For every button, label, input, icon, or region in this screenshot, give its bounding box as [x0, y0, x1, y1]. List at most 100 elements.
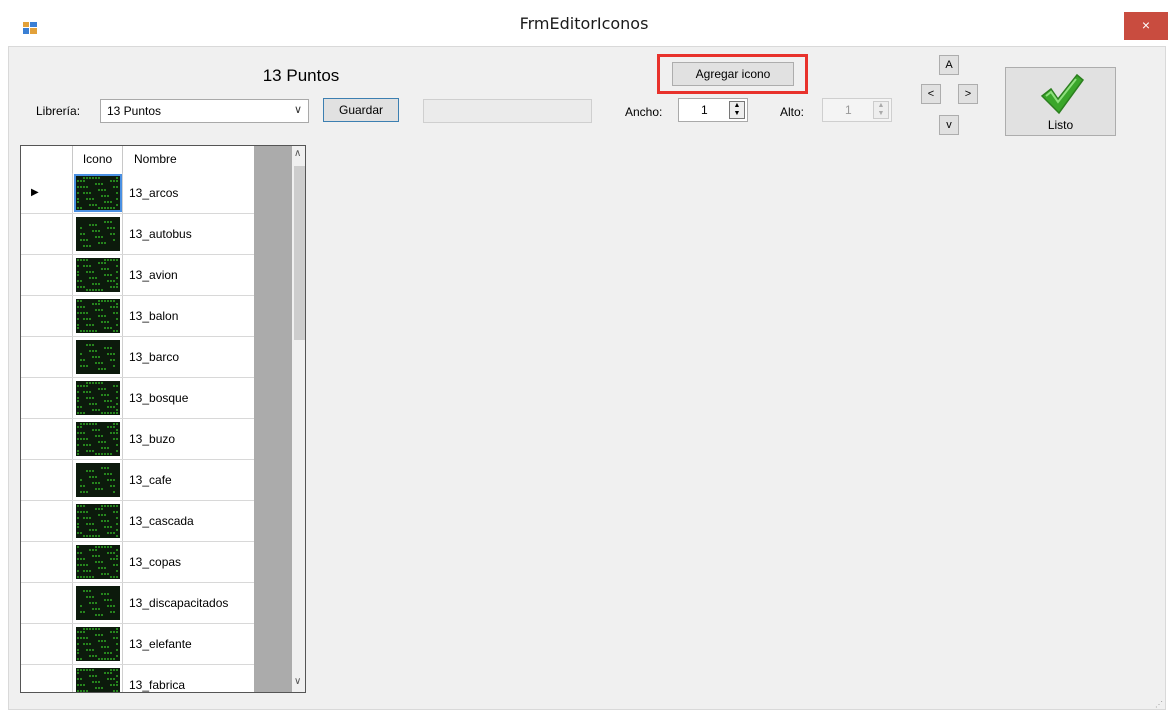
- table-row[interactable]: ▶ 13_arcos: [21, 173, 254, 214]
- icon-cell[interactable]: [73, 665, 123, 692]
- led-icon-thumbnail: [76, 422, 120, 456]
- row-header[interactable]: [21, 337, 73, 377]
- table-row[interactable]: 13_fabrica: [21, 665, 254, 692]
- table-row[interactable]: 13_cascada: [21, 501, 254, 542]
- table-row[interactable]: 13_bosque: [21, 378, 254, 419]
- icon-name-cell[interactable]: 13_cascada: [129, 514, 194, 528]
- chevron-up-icon[interactable]: ∧: [294, 148, 301, 159]
- chevron-down-icon[interactable]: ∨: [294, 103, 302, 116]
- library-select[interactable]: 13 Puntos ∨: [100, 99, 309, 123]
- icon-cell[interactable]: [73, 460, 123, 500]
- icon-name-cell[interactable]: 13_elefante: [129, 637, 192, 651]
- vertical-scrollbar[interactable]: ∧ ∨: [292, 146, 305, 692]
- led-icon-thumbnail: [76, 217, 120, 251]
- row-header[interactable]: [21, 624, 73, 664]
- table-row[interactable]: 13_elefante: [21, 624, 254, 665]
- row-header[interactable]: [21, 460, 73, 500]
- row-header[interactable]: [21, 255, 73, 295]
- library-select-value: 13 Puntos: [107, 104, 162, 118]
- led-icon-thumbnail: [76, 668, 120, 692]
- icon-cell[interactable]: [73, 419, 123, 459]
- stepper-arrows-icon[interactable]: ▲ ▼: [873, 101, 889, 119]
- table-row[interactable]: 13_buzo: [21, 419, 254, 460]
- done-button[interactable]: Listo: [1005, 67, 1116, 136]
- move-up-button[interactable]: A: [939, 55, 959, 75]
- grid-header: Icono Nombre: [21, 146, 254, 174]
- icon-grid[interactable]: Icono Nombre ▶ 13_arcos 13_autobus 13_avion…: [20, 145, 306, 693]
- table-row[interactable]: 13_avion: [21, 255, 254, 296]
- window-title: FrmEditorIconos: [519, 14, 649, 33]
- row-header[interactable]: [21, 214, 73, 254]
- move-left-button[interactable]: <: [921, 84, 941, 104]
- icon-cell[interactable]: [73, 173, 123, 213]
- stepper-arrows-icon[interactable]: ▲ ▼: [729, 101, 745, 119]
- row-header[interactable]: ▶: [21, 173, 73, 213]
- row-header[interactable]: [21, 542, 73, 582]
- icon-cell[interactable]: [73, 337, 123, 377]
- row-header[interactable]: [21, 665, 73, 692]
- led-icon-thumbnail: [76, 545, 120, 579]
- width-stepper[interactable]: 1 ▲ ▼: [678, 98, 748, 122]
- close-button[interactable]: ×: [1124, 12, 1168, 40]
- icon-cell[interactable]: [73, 542, 123, 582]
- led-icon-thumbnail: [76, 340, 120, 374]
- led-icon-thumbnail: [76, 504, 120, 538]
- icon-cell[interactable]: [73, 296, 123, 336]
- led-icon-thumbnail: [76, 627, 120, 661]
- table-row[interactable]: 13_copas: [21, 542, 254, 583]
- add-icon-button[interactable]: Agregar icono: [672, 62, 794, 86]
- icon-cell[interactable]: [73, 501, 123, 541]
- scrollbar-thumb[interactable]: [294, 166, 305, 340]
- table-row[interactable]: 13_discapacitados: [21, 583, 254, 624]
- led-icon-thumbnail: [76, 381, 120, 415]
- checkmark-icon: [1040, 73, 1085, 115]
- led-icon-thumbnail: [76, 299, 120, 333]
- icon-name-cell[interactable]: 13_copas: [129, 555, 181, 569]
- table-row[interactable]: 13_balon: [21, 296, 254, 337]
- row-header[interactable]: [21, 419, 73, 459]
- icon-name-cell[interactable]: 13_buzo: [129, 432, 175, 446]
- table-row[interactable]: 13_cafe: [21, 460, 254, 501]
- column-header-icon[interactable]: Icono: [73, 146, 123, 173]
- icon-cell[interactable]: [73, 624, 123, 664]
- icon-cell[interactable]: [73, 583, 123, 623]
- row-header-corner: [21, 146, 73, 173]
- height-label: Alto:: [780, 105, 805, 119]
- icon-name-cell[interactable]: 13_cafe: [129, 473, 172, 487]
- led-icon-thumbnail: [76, 258, 120, 292]
- row-header[interactable]: [21, 501, 73, 541]
- done-label: Listo: [1047, 118, 1074, 132]
- status-field: [423, 99, 592, 123]
- table-row[interactable]: 13_barco: [21, 337, 254, 378]
- row-header[interactable]: [21, 378, 73, 418]
- icon-name-cell[interactable]: 13_barco: [129, 350, 179, 364]
- save-button[interactable]: Guardar: [323, 98, 399, 122]
- icon-name-cell[interactable]: 13_arcos: [129, 186, 178, 200]
- current-row-icon: ▶: [31, 187, 39, 198]
- column-header-name[interactable]: Nombre: [123, 146, 254, 173]
- title-bar: FrmEditorIconos ×: [0, 0, 1168, 46]
- height-stepper[interactable]: 1 ▲ ▼: [822, 98, 892, 122]
- table-row[interactable]: 13_autobus: [21, 214, 254, 255]
- icon-name-cell[interactable]: 13_bosque: [129, 391, 188, 405]
- icon-cell[interactable]: [73, 214, 123, 254]
- led-icon-thumbnail: [76, 586, 120, 620]
- main-window: FrmEditorIconos × 13 Puntos Librería: 13…: [0, 0, 1168, 713]
- row-header[interactable]: [21, 583, 73, 623]
- led-icon-thumbnail: [74, 174, 122, 212]
- icon-cell[interactable]: [73, 255, 123, 295]
- icon-name-cell[interactable]: 13_discapacitados: [129, 596, 228, 610]
- width-value: 1: [701, 103, 708, 117]
- icon-cell[interactable]: [73, 378, 123, 418]
- move-right-button[interactable]: >: [958, 84, 978, 104]
- move-down-button[interactable]: v: [939, 115, 959, 135]
- led-icon-thumbnail: [76, 463, 120, 497]
- icon-name-cell[interactable]: 13_fabrica: [129, 678, 185, 692]
- row-header[interactable]: [21, 296, 73, 336]
- resize-grip-icon[interactable]: ⋰: [1155, 700, 1164, 709]
- icon-name-cell[interactable]: 13_avion: [129, 268, 178, 282]
- icon-name-cell[interactable]: 13_balon: [129, 309, 178, 323]
- height-value: 1: [845, 103, 852, 117]
- icon-name-cell[interactable]: 13_autobus: [129, 227, 192, 241]
- chevron-down-icon[interactable]: ∨: [294, 676, 301, 687]
